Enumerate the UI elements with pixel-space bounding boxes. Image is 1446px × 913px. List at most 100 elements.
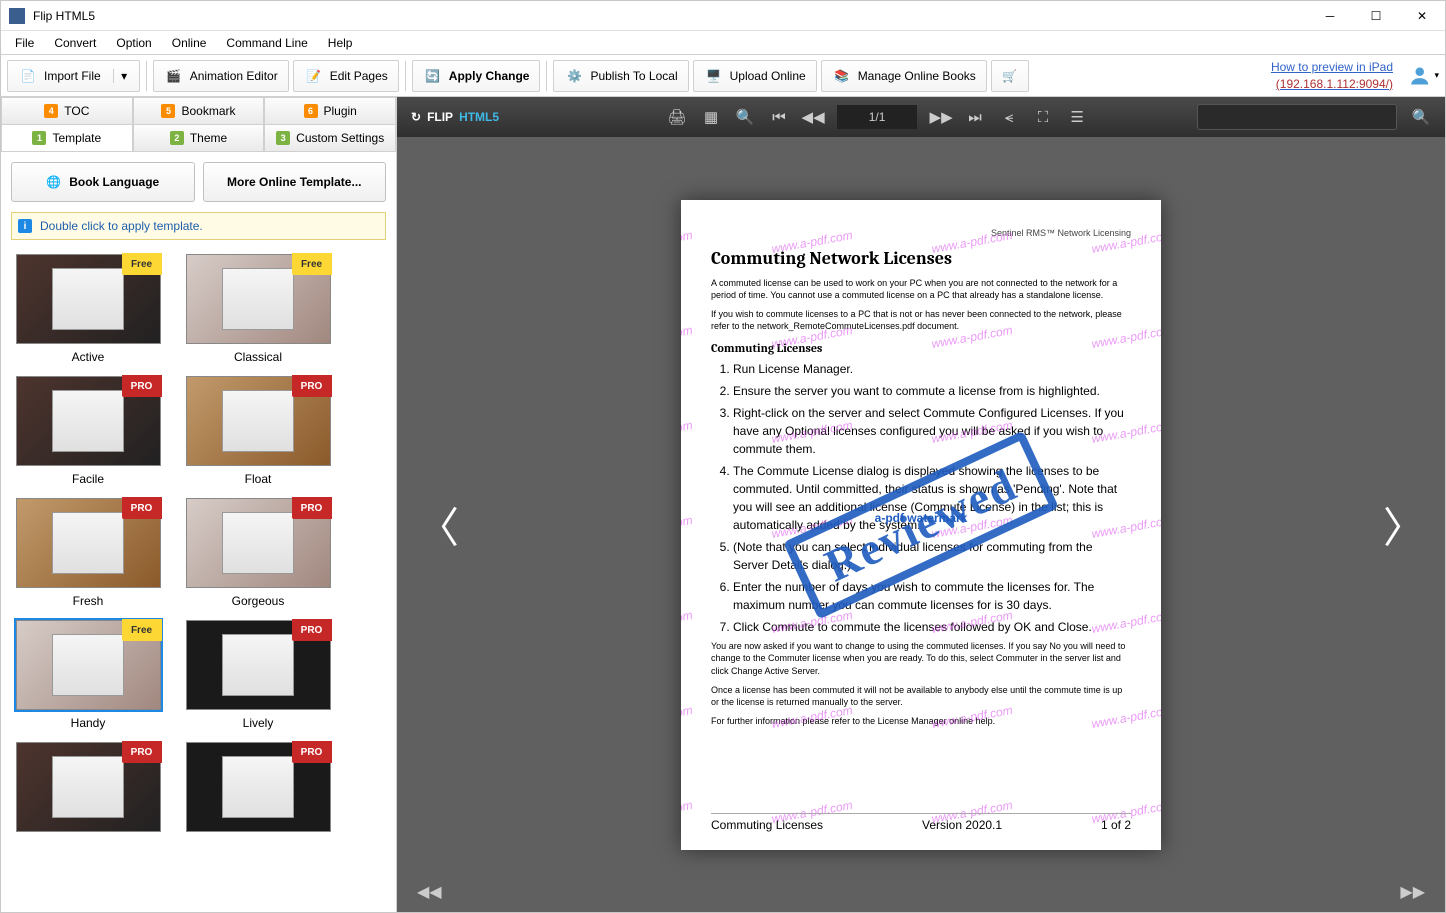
upload-label: Upload Online — [730, 69, 806, 83]
close-button[interactable]: ✕ — [1399, 1, 1445, 31]
edit-pages-button[interactable]: 📝 Edit Pages — [293, 60, 399, 92]
more-label: More Online Template... — [227, 175, 361, 189]
lang-label: Book Language — [69, 175, 159, 189]
refresh-icon: 🔄 — [423, 66, 443, 86]
tab-custom-settings[interactable]: 3 Custom Settings — [264, 124, 396, 151]
publish-icon: ⚙️ — [564, 66, 584, 86]
prev-page-button[interactable]: ◀◀ — [803, 107, 823, 127]
doc-paragraph: For further information please refer to … — [711, 715, 1131, 728]
tab-toc[interactable]: 4TOC — [1, 97, 133, 124]
menu-file[interactable]: File — [5, 33, 44, 53]
more-templates-button[interactable]: More Online Template... — [203, 162, 387, 202]
tab-template[interactable]: 1Template — [1, 124, 133, 151]
next-arrow[interactable]: 〉 — [1383, 494, 1425, 555]
preview-ip-link[interactable]: (192.168.1.112:9094/) — [1271, 76, 1393, 93]
zoom-button[interactable]: 🔍 — [735, 107, 755, 127]
document-page: www.a-pdf.comwww.a-pdf.comwww.a-pdf.comw… — [681, 200, 1161, 850]
badge-pro: PRO — [292, 375, 332, 397]
thumbnails-button[interactable]: ▦ — [701, 107, 721, 127]
share-button[interactable]: ⪪ — [999, 107, 1019, 127]
chevron-down-icon[interactable]: ▾ — [113, 69, 129, 83]
upload-online-button[interactable]: 🖥️ Upload Online — [693, 60, 817, 92]
tab-number: 3 — [276, 131, 290, 145]
list-button[interactable]: ☰ — [1067, 107, 1087, 127]
template-name: Facile — [72, 472, 104, 486]
preview-link[interactable]: How to preview in iPad — [1271, 59, 1393, 76]
print-button[interactable]: 🖨 — [667, 107, 687, 127]
doc-step: The Commute License dialog is displayed … — [733, 462, 1131, 534]
menu-convert[interactable]: Convert — [44, 33, 106, 53]
template-thumbnail: PRO — [186, 376, 331, 466]
separator — [546, 61, 547, 91]
badge-pro: PRO — [122, 375, 162, 397]
template-float[interactable]: PROFloat — [183, 376, 333, 486]
prev-arrow[interactable]: 〈 — [417, 494, 459, 555]
template-item[interactable]: PRO — [13, 742, 163, 838]
tab-label: Custom Settings — [296, 131, 384, 145]
publish-label: Publish To Local — [590, 69, 677, 83]
template-list[interactable]: Free Active FreeClassical PRO Facile PROFloat… — [1, 248, 396, 912]
template-thumbnail: Free — [16, 620, 161, 710]
preview-toolbar: ↻ FLIPHTML5 🖨 ▦ 🔍 ⏮ ◀◀ ▶▶ ⏭ ⪪ ⛶ ☰ 🔍 — [397, 97, 1445, 137]
template-lively[interactable]: PROLively — [183, 620, 333, 730]
doc-step: Run License Manager. — [733, 360, 1131, 378]
animation-editor-button[interactable]: 🎬 Animation Editor — [153, 60, 289, 92]
template-active[interactable]: Free Active — [13, 254, 163, 364]
import-file-button[interactable]: 📄 Import File ▾ — [7, 60, 140, 92]
apply-label: Apply Change — [449, 69, 530, 83]
search-button[interactable]: 🔍 — [1411, 107, 1431, 127]
cart-button[interactable]: 🛒 — [991, 60, 1029, 92]
tab-label: Template — [52, 131, 101, 145]
tab-number: 4 — [44, 104, 58, 118]
brand-html5: HTML5 — [459, 110, 499, 124]
tab-label: Theme — [190, 131, 227, 145]
import-icon: 📄 — [18, 66, 38, 86]
footer-mid: Version 2020.1 — [922, 818, 1002, 832]
next-page-button[interactable]: ▶▶ — [931, 107, 951, 127]
watermark-url: www.a-pdf.com — [681, 607, 694, 635]
manage-label: Manage Online Books — [858, 69, 976, 83]
page-indicator-input[interactable] — [837, 105, 917, 129]
doc-step: Right-click on the server and select Com… — [733, 404, 1131, 458]
tab-plugin[interactable]: 6Plugin — [264, 97, 396, 124]
manage-books-button[interactable]: 📚 Manage Online Books — [821, 60, 987, 92]
maximize-button[interactable]: ☐ — [1353, 1, 1399, 31]
menu-command-line[interactable]: Command Line — [216, 33, 317, 53]
search-input[interactable] — [1197, 104, 1397, 130]
tab-theme[interactable]: 2Theme — [133, 124, 265, 151]
template-thumbnail: PRO — [16, 376, 161, 466]
fullscreen-button[interactable]: ⛶ — [1033, 107, 1053, 127]
last-page-button[interactable]: ⏭ — [965, 107, 985, 127]
badge-pro: PRO — [292, 619, 332, 641]
template-handy[interactable]: FreeHandy — [13, 620, 163, 730]
menu-option[interactable]: Option — [106, 33, 161, 53]
publish-local-button[interactable]: ⚙️ Publish To Local — [553, 60, 688, 92]
brand-flip: FLIP — [427, 110, 453, 124]
doc-step: Ensure the server you want to commute a … — [733, 382, 1131, 400]
template-fresh[interactable]: PROFresh — [13, 498, 163, 608]
animation-icon: 🎬 — [164, 66, 184, 86]
template-name: Active — [72, 350, 105, 364]
tab-bookmark[interactable]: 5Bookmark — [133, 97, 265, 124]
template-item[interactable]: PRO — [183, 742, 333, 838]
apply-change-button[interactable]: 🔄 Apply Change — [412, 60, 541, 92]
template-gorgeous[interactable]: PROGorgeous — [183, 498, 333, 608]
watermark-url: www.a-pdf.com — [681, 417, 694, 445]
mini-prev[interactable]: ◀◀ — [417, 882, 442, 902]
user-menu-button[interactable]: ▾ — [1407, 60, 1439, 92]
info-icon: i — [18, 219, 32, 233]
minimize-button[interactable]: ─ — [1307, 1, 1353, 31]
badge-free: Free — [122, 253, 162, 275]
doc-steps: Run License Manager. Ensure the server yo… — [711, 360, 1131, 636]
template-facile[interactable]: PRO Facile — [13, 376, 163, 486]
first-page-button[interactable]: ⏮ — [769, 107, 789, 127]
menu-online[interactable]: Online — [162, 33, 217, 53]
doc-paragraph: If you wish to commute licenses to a PC … — [711, 308, 1131, 333]
menu-help[interactable]: Help — [318, 33, 363, 53]
preview-pane: ↻ FLIPHTML5 🖨 ▦ 🔍 ⏮ ◀◀ ▶▶ ⏭ ⪪ ⛶ ☰ 🔍 〈 〉 … — [397, 97, 1445, 912]
menu-bar: FileConvertOptionOnlineCommand LineHelp — [1, 31, 1445, 55]
mini-next[interactable]: ▶▶ — [1400, 882, 1425, 902]
watermark-url: www.a-pdf.com — [681, 797, 694, 825]
book-language-button[interactable]: 🌐 Book Language — [11, 162, 195, 202]
template-classical[interactable]: FreeClassical — [183, 254, 333, 364]
